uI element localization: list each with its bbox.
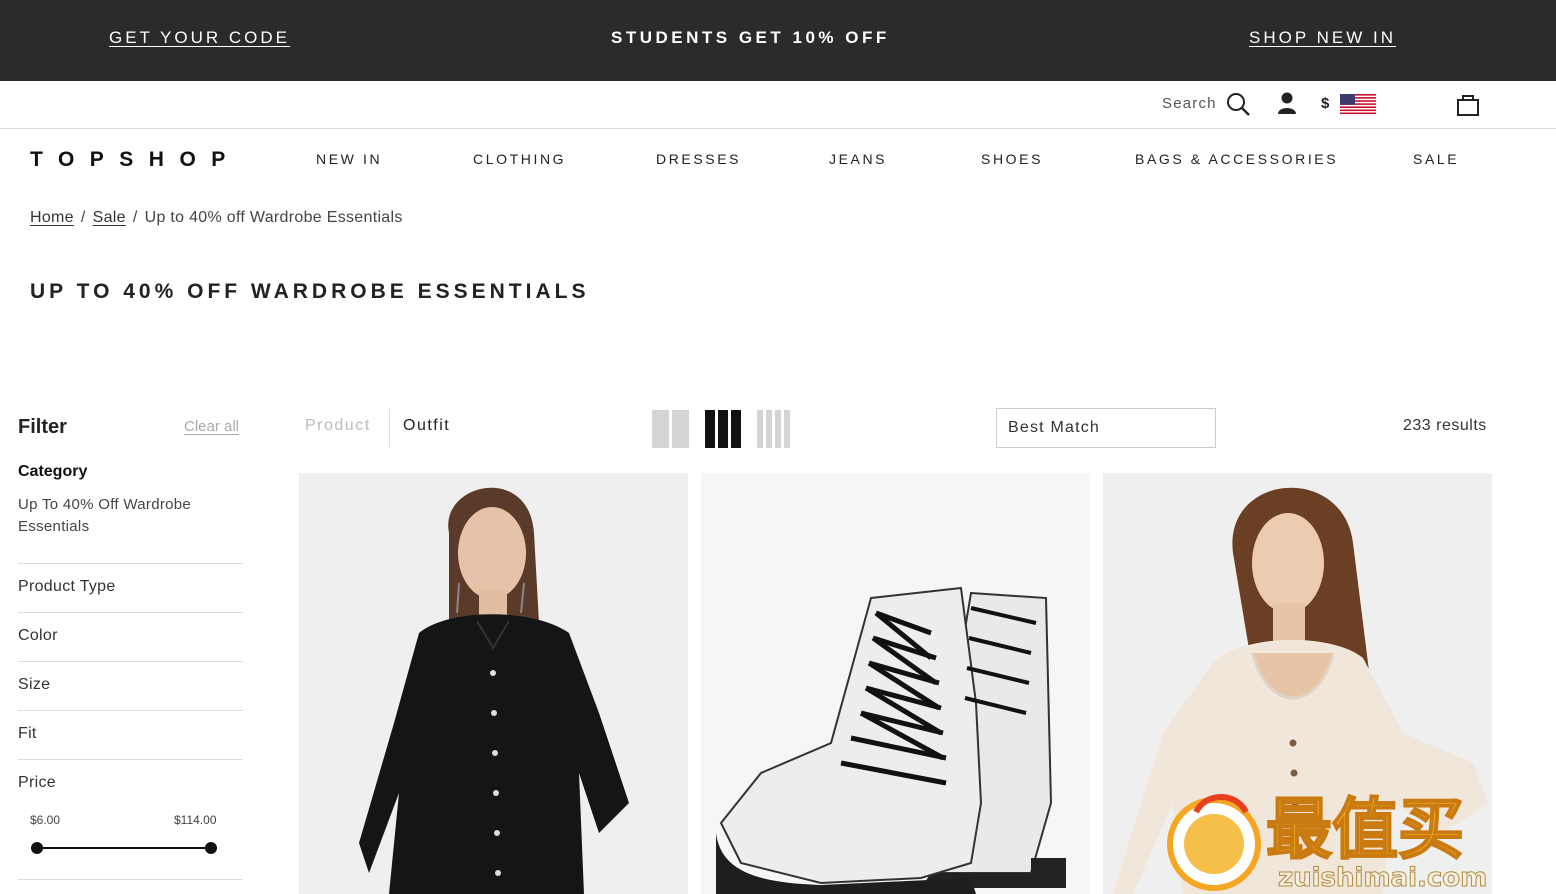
shop-new-in-link[interactable]: SHOP NEW IN bbox=[1249, 28, 1396, 48]
utility-bar: Search $ bbox=[0, 81, 1556, 129]
breadcrumb-sale[interactable]: Sale bbox=[93, 209, 126, 226]
category-title: Category bbox=[18, 463, 88, 480]
product-card[interactable] bbox=[299, 473, 688, 894]
nav-sale[interactable]: SALE bbox=[1413, 151, 1459, 167]
filter-label: Color bbox=[18, 627, 58, 644]
toggle-divider bbox=[389, 409, 390, 447]
us-flag-icon[interactable] bbox=[1340, 94, 1376, 114]
breadcrumb-separator: / bbox=[80, 209, 86, 226]
page-title: UP TO 40% OFF WARDROBE ESSENTIALS bbox=[30, 280, 590, 303]
watermark-text: 最值买 bbox=[1266, 791, 1464, 868]
nav-new-in[interactable]: NEW IN bbox=[316, 151, 382, 167]
nav-bags-accessories[interactable]: BAGS & ACCESSORIES bbox=[1135, 151, 1338, 167]
nav-dresses[interactable]: DRESSES bbox=[656, 151, 741, 167]
grid-4-columns-icon[interactable] bbox=[757, 410, 790, 448]
filter-label: Product Type bbox=[18, 578, 116, 595]
promo-message: STUDENTS GET 10% OFF bbox=[611, 28, 890, 47]
product-image-white-boots[interactable] bbox=[701, 473, 1090, 894]
promo-bar: GET YOUR CODE STUDENTS GET 10% OFF SHOP … bbox=[0, 0, 1556, 81]
breadcrumb: Home / Sale / Up to 40% off Wardrobe Essenti… bbox=[30, 209, 403, 227]
clear-all-link[interactable]: Clear all bbox=[184, 418, 239, 435]
topshop-logo[interactable]: TOPSHOP bbox=[30, 148, 241, 172]
price-min-label: $6.00 bbox=[30, 813, 61, 827]
product-image-black-blouse[interactable] bbox=[299, 473, 688, 894]
filter-price[interactable]: Price bbox=[18, 759, 243, 808]
filter-fit[interactable]: Fit bbox=[18, 710, 243, 759]
breadcrumb-home[interactable]: Home bbox=[30, 209, 74, 226]
price-slider-min-handle[interactable] bbox=[31, 842, 43, 854]
grid-3-columns-icon[interactable] bbox=[705, 410, 741, 448]
results-count: 233 results bbox=[1403, 417, 1487, 434]
breadcrumb-separator: / bbox=[132, 209, 138, 226]
filter-color[interactable]: Color bbox=[18, 612, 243, 661]
product-card[interactable] bbox=[701, 473, 1090, 894]
filter-label: Size bbox=[18, 676, 51, 693]
watermark-domain: zuishimai.com bbox=[1278, 863, 1487, 892]
currency-symbol[interactable]: $ bbox=[1321, 95, 1329, 112]
breadcrumb-current: Up to 40% off Wardrobe Essentials bbox=[144, 209, 403, 226]
price-slider-track[interactable] bbox=[36, 847, 211, 849]
filter-label: Fit bbox=[18, 725, 37, 742]
shopping-bag-icon[interactable] bbox=[1456, 92, 1480, 116]
filter-product-type[interactable]: Product Type bbox=[18, 563, 243, 612]
search-icon[interactable] bbox=[1226, 92, 1250, 116]
search-label[interactable]: Search bbox=[1162, 95, 1217, 112]
filter-size[interactable]: Size bbox=[18, 661, 243, 710]
grid-2-columns-icon[interactable] bbox=[652, 410, 689, 448]
nav-jeans[interactable]: JEANS bbox=[829, 151, 887, 167]
filter-title: Filter bbox=[18, 416, 67, 438]
price-slider-max-handle[interactable] bbox=[205, 842, 217, 854]
filter-label: Price bbox=[18, 774, 56, 791]
view-product-toggle[interactable]: Product bbox=[305, 417, 371, 435]
get-your-code-link[interactable]: GET YOUR CODE bbox=[109, 28, 290, 48]
filter-divider bbox=[18, 879, 243, 880]
price-max-label: $114.00 bbox=[174, 813, 217, 827]
user-icon[interactable] bbox=[1277, 92, 1297, 114]
sort-selected-value: Best Match bbox=[1008, 419, 1101, 436]
view-outfit-toggle[interactable]: Outfit bbox=[403, 417, 450, 435]
zuishimai-watermark: 最值买 zuishimai.com bbox=[1166, 782, 1546, 894]
nav-clothing[interactable]: CLOTHING bbox=[473, 151, 566, 167]
watermark-logo-icon: 最值买 zuishimai.com bbox=[1167, 790, 1488, 894]
category-value[interactable]: Up To 40% Off Wardrobe Essentials bbox=[18, 494, 228, 538]
sort-select[interactable]: Best Match bbox=[996, 408, 1216, 448]
nav-shoes[interactable]: SHOES bbox=[981, 151, 1043, 167]
